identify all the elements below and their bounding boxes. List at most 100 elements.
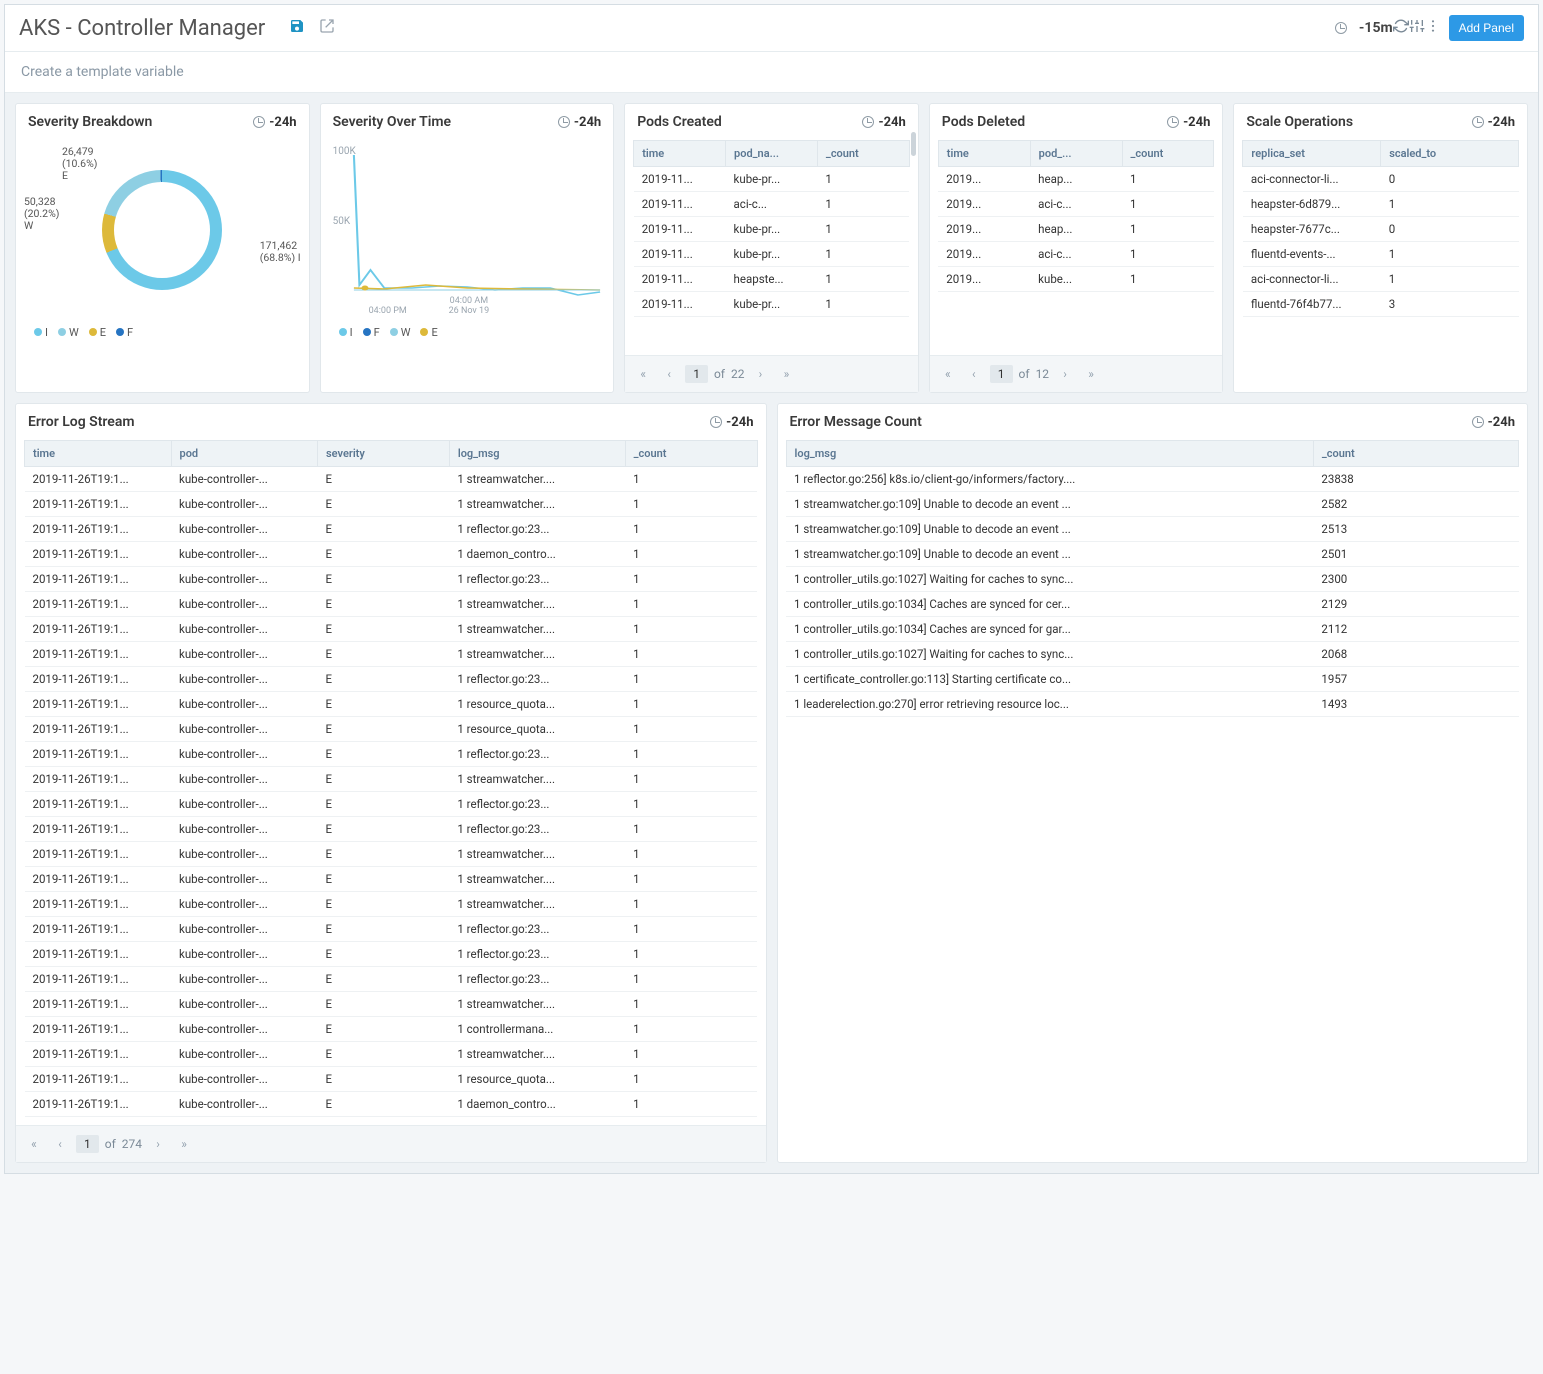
table-row[interactable]: 2019-11-26T19:1...kube-controller-...E1 …	[25, 867, 758, 892]
template-variable-hint[interactable]: Create a template variable	[5, 52, 1538, 93]
panel-time-range[interactable]: -24h	[710, 415, 753, 430]
table-row[interactable]: 1 controller_utils.go:1027] Waiting for …	[786, 642, 1519, 667]
table-row[interactable]: 2019-11-26T19:1...kube-controller-...E1 …	[25, 717, 758, 742]
col-time[interactable]: time	[938, 141, 1030, 167]
legend-e[interactable]: E	[420, 326, 437, 339]
table-row[interactable]: aci-connector-li...1	[1243, 267, 1519, 292]
table-row[interactable]: 1 certificate_controller.go:113] Startin…	[786, 667, 1519, 692]
legend-e[interactable]: E	[89, 326, 106, 339]
table-row[interactable]: heapster-7677c...0	[1243, 217, 1519, 242]
table-row[interactable]: 2019-11-26T19:1...kube-controller-...E1 …	[25, 592, 758, 617]
table-row[interactable]: 2019-11-26T19:1...kube-controller-...E1 …	[25, 817, 758, 842]
table-row[interactable]: 1 controller_utils.go:1034] Caches are s…	[786, 592, 1519, 617]
table-row[interactable]: 2019-11-26T19:1...kube-controller-...E1 …	[25, 767, 758, 792]
legend-i[interactable]: I	[339, 326, 353, 339]
panel-time-range[interactable]: -24h	[253, 115, 296, 130]
pager-next-icon[interactable]: ›	[148, 1134, 168, 1154]
table-row[interactable]: 2019...heap...1	[938, 217, 1214, 242]
legend-f[interactable]: F	[116, 326, 133, 339]
table-row[interactable]: 2019-11-26T19:1...kube-controller-...E1 …	[25, 1017, 758, 1042]
table-row[interactable]: fluentd-76f4b77...3	[1243, 292, 1519, 317]
table-row[interactable]: 2019-11-26T19:1...kube-controller-...E1 …	[25, 1067, 758, 1092]
pager-prev-icon[interactable]: ‹	[964, 364, 984, 384]
add-panel-button[interactable]: Add Panel	[1449, 15, 1524, 41]
table-row[interactable]: 2019-11...kube-pr...1	[634, 292, 910, 317]
pager-last-icon[interactable]: »	[1081, 364, 1101, 384]
table-row[interactable]: 2019-11...heapste...1	[634, 267, 910, 292]
col-replica[interactable]: replica_set	[1243, 141, 1381, 167]
pager-next-icon[interactable]: ›	[750, 364, 770, 384]
pager-last-icon[interactable]: »	[174, 1134, 194, 1154]
table-row[interactable]: 2019-11-26T19:1...kube-controller-...E1 …	[25, 642, 758, 667]
panel-time-range[interactable]: -24h	[862, 115, 905, 130]
col-logmsg[interactable]: log_msg	[449, 441, 625, 467]
table-row[interactable]: 2019-11...aci-c...1	[634, 192, 910, 217]
pager-last-icon[interactable]: »	[776, 364, 796, 384]
legend-w[interactable]: W	[58, 326, 79, 339]
panel-time-range[interactable]: -24h	[1167, 115, 1210, 130]
table-row[interactable]: fluentd-events-...1	[1243, 242, 1519, 267]
table-row[interactable]: 1 reflector.go:256] k8s.io/client-go/inf…	[786, 467, 1519, 492]
col-severity[interactable]: severity	[318, 441, 450, 467]
col-time[interactable]: time	[25, 441, 172, 467]
panel-time-range[interactable]: -24h	[1472, 415, 1515, 430]
legend-i[interactable]: I	[34, 326, 48, 339]
col-pod[interactable]: pod_na...	[726, 141, 818, 167]
col-count[interactable]: _count	[1313, 441, 1518, 467]
table-row[interactable]: 2019...heap...1	[938, 167, 1214, 192]
global-time-range[interactable]: -15m	[1335, 20, 1393, 36]
col-count[interactable]: _count	[1122, 141, 1214, 167]
pager-first-icon[interactable]: «	[24, 1134, 44, 1154]
table-row[interactable]: 1 leaderelection.go:270] error retrievin…	[786, 692, 1519, 717]
save-icon[interactable]	[289, 18, 305, 38]
table-row[interactable]: 2019-11-26T19:1...kube-controller-...E1 …	[25, 692, 758, 717]
table-row[interactable]: 1 streamwatcher.go:109] Unable to decode…	[786, 492, 1519, 517]
refresh-icon[interactable]	[1393, 18, 1409, 38]
table-row[interactable]: 2019-11-26T19:1...kube-controller-...E1 …	[25, 892, 758, 917]
more-icon[interactable]	[1425, 18, 1441, 38]
pager-first-icon[interactable]: «	[938, 364, 958, 384]
share-icon[interactable]	[319, 18, 335, 38]
col-count[interactable]: _count	[625, 441, 757, 467]
table-row[interactable]: 2019-11-26T19:1...kube-controller-...E1 …	[25, 917, 758, 942]
table-row[interactable]: heapster-6d879...1	[1243, 192, 1519, 217]
table-row[interactable]: 2019-11-26T19:1...kube-controller-...E1 …	[25, 1042, 758, 1067]
scrollbar-thumb[interactable]	[911, 136, 916, 156]
col-pod[interactable]: pod_...	[1030, 141, 1122, 167]
table-row[interactable]: aci-connector-li...0	[1243, 167, 1519, 192]
col-count[interactable]: _count	[817, 141, 909, 167]
table-row[interactable]: 2019...kube...1	[938, 267, 1214, 292]
table-row[interactable]: 2019-11-26T19:1...kube-controller-...E1 …	[25, 542, 758, 567]
table-row[interactable]: 2019-11-26T19:1...kube-controller-...E1 …	[25, 967, 758, 992]
table-row[interactable]: 2019-11...kube-pr...1	[634, 217, 910, 242]
panel-time-range[interactable]: -24h	[1472, 115, 1515, 130]
table-row[interactable]: 2019-11-26T19:1...kube-controller-...E1 …	[25, 667, 758, 692]
table-row[interactable]: 2019-11-26T19:1...kube-controller-...E1 …	[25, 742, 758, 767]
table-row[interactable]: 2019...aci-c...1	[938, 192, 1214, 217]
table-row[interactable]: 2019-11-26T19:1...kube-controller-...E1 …	[25, 792, 758, 817]
table-row[interactable]: 2019-11-26T19:1...kube-controller-...E1 …	[25, 567, 758, 592]
table-row[interactable]: 2019...aci-c...1	[938, 242, 1214, 267]
pager-prev-icon[interactable]: ‹	[50, 1134, 70, 1154]
table-row[interactable]: 1 controller_utils.go:1034] Caches are s…	[786, 617, 1519, 642]
col-logmsg[interactable]: log_msg	[786, 441, 1313, 467]
table-row[interactable]: 1 streamwatcher.go:109] Unable to decode…	[786, 517, 1519, 542]
col-pod[interactable]: pod	[171, 441, 318, 467]
table-row[interactable]: 2019-11-26T19:1...kube-controller-...E1 …	[25, 992, 758, 1017]
legend-w[interactable]: W	[390, 326, 411, 339]
panel-time-range[interactable]: -24h	[558, 115, 601, 130]
table-row[interactable]: 1 controller_utils.go:1027] Waiting for …	[786, 567, 1519, 592]
pager-next-icon[interactable]: ›	[1055, 364, 1075, 384]
table-row[interactable]: 1 streamwatcher.go:109] Unable to decode…	[786, 542, 1519, 567]
table-row[interactable]: 2019-11-26T19:1...kube-controller-...E1 …	[25, 467, 758, 492]
col-time[interactable]: time	[634, 141, 726, 167]
pager-first-icon[interactable]: «	[633, 364, 653, 384]
table-row[interactable]: 2019-11-26T19:1...kube-controller-...E1 …	[25, 942, 758, 967]
col-scaled[interactable]: scaled_to	[1381, 141, 1519, 167]
settings-icon[interactable]	[1409, 18, 1425, 38]
table-row[interactable]: 2019-11...kube-pr...1	[634, 242, 910, 267]
table-row[interactable]: 2019-11-26T19:1...kube-controller-...E1 …	[25, 517, 758, 542]
table-row[interactable]: 2019-11-26T19:1...kube-controller-...E1 …	[25, 617, 758, 642]
table-row[interactable]: 2019-11-26T19:1...kube-controller-...E1 …	[25, 842, 758, 867]
legend-f[interactable]: F	[363, 326, 380, 339]
